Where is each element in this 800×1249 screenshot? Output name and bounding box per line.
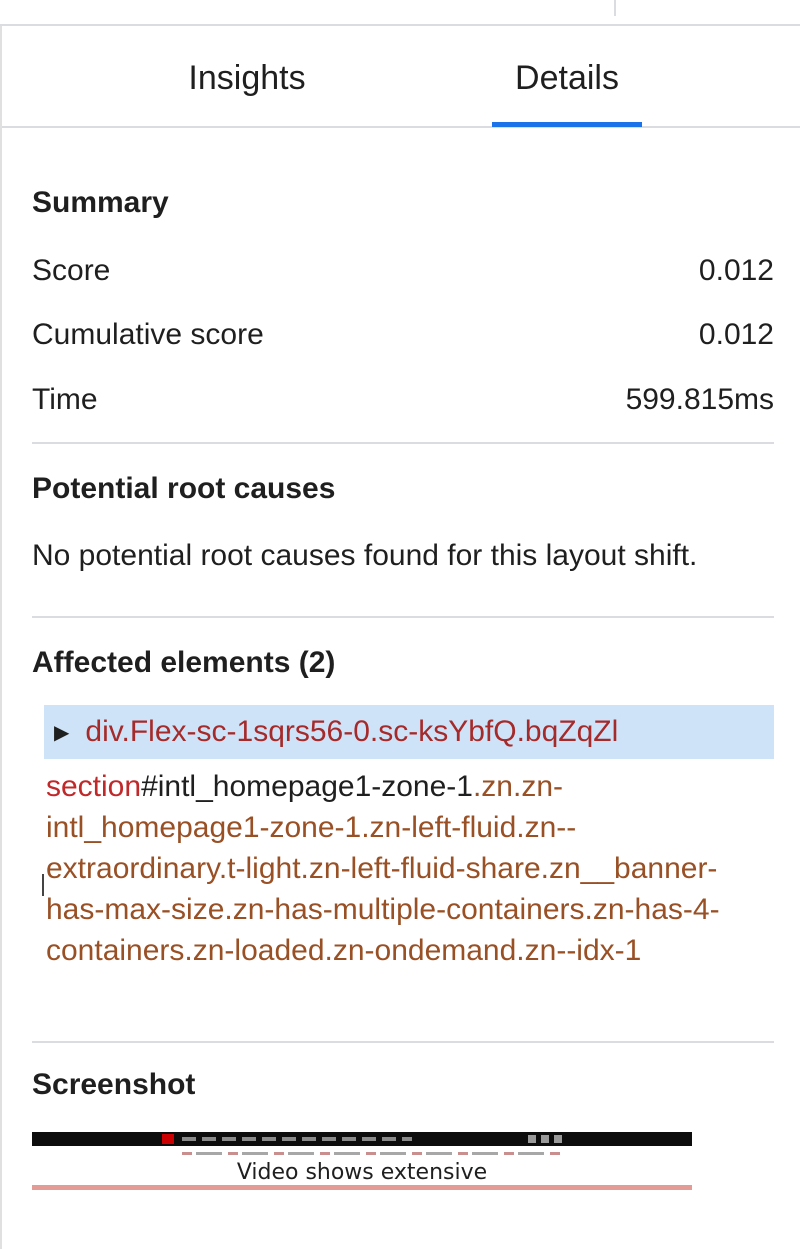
- tab-bar: Insights Details: [2, 28, 800, 128]
- top-strip: [0, 0, 800, 26]
- time-value: 599.815ms: [625, 383, 774, 416]
- score-label: Score: [32, 254, 111, 287]
- node-selector-link[interactable]: div.Flex-sc-1sqrs56-0.sc-ksYbfQ.bqZqZl: [85, 715, 618, 749]
- thumbnail-logo-icon: [162, 1134, 174, 1144]
- section-divider: [32, 616, 774, 618]
- screenshot-heading: Screenshot: [32, 1068, 196, 1101]
- expand-triangle-icon[interactable]: ▶: [54, 720, 69, 745]
- root-causes-text: No potential root causes found for this …: [32, 539, 698, 572]
- divider-tick: [614, 0, 616, 16]
- summary-heading: Summary: [32, 186, 169, 219]
- tab-insights[interactable]: Insights: [147, 28, 347, 128]
- time-label: Time: [32, 383, 98, 416]
- selector-id: #intl_homepage1-zone-1: [141, 770, 473, 803]
- summary-row-score: Score 0.012: [32, 251, 774, 291]
- affected-element-node[interactable]: ▶ div.Flex-sc-1sqrs56-0.sc-ksYbfQ.bqZqZl: [44, 705, 774, 759]
- thumbnail-nav-icons: [528, 1135, 562, 1143]
- thumbnail-nav-bar: [32, 1132, 692, 1146]
- cumulative-score-label: Cumulative score: [32, 318, 264, 351]
- score-value: 0.012: [698, 254, 774, 287]
- affected-elements-heading: Affected elements (2): [32, 646, 336, 679]
- active-tab-indicator: [492, 122, 642, 127]
- panel-left-border: [0, 26, 2, 1249]
- root-causes-heading: Potential root causes: [32, 472, 336, 505]
- affected-element-selector[interactable]: section#intl_homepage1-zone-1.zn.zn-intl…: [46, 766, 774, 971]
- tab-details[interactable]: Details: [492, 28, 642, 128]
- cumulative-score-value: 0.012: [698, 318, 774, 351]
- summary-row-cumulative-score: Cumulative score 0.012: [32, 315, 774, 355]
- thumbnail-ticker: [182, 1152, 562, 1155]
- text-cursor: [42, 874, 44, 896]
- section-divider: [32, 1041, 774, 1043]
- thumbnail-headline: Video shows extensive: [236, 1160, 488, 1185]
- layout-shift-screenshot[interactable]: Video shows extensive: [32, 1132, 692, 1190]
- summary-row-time: Time 599.815ms: [32, 380, 774, 420]
- thumbnail-nav-links: [182, 1137, 412, 1141]
- section-divider: [32, 442, 774, 444]
- selector-tag: section: [46, 770, 142, 803]
